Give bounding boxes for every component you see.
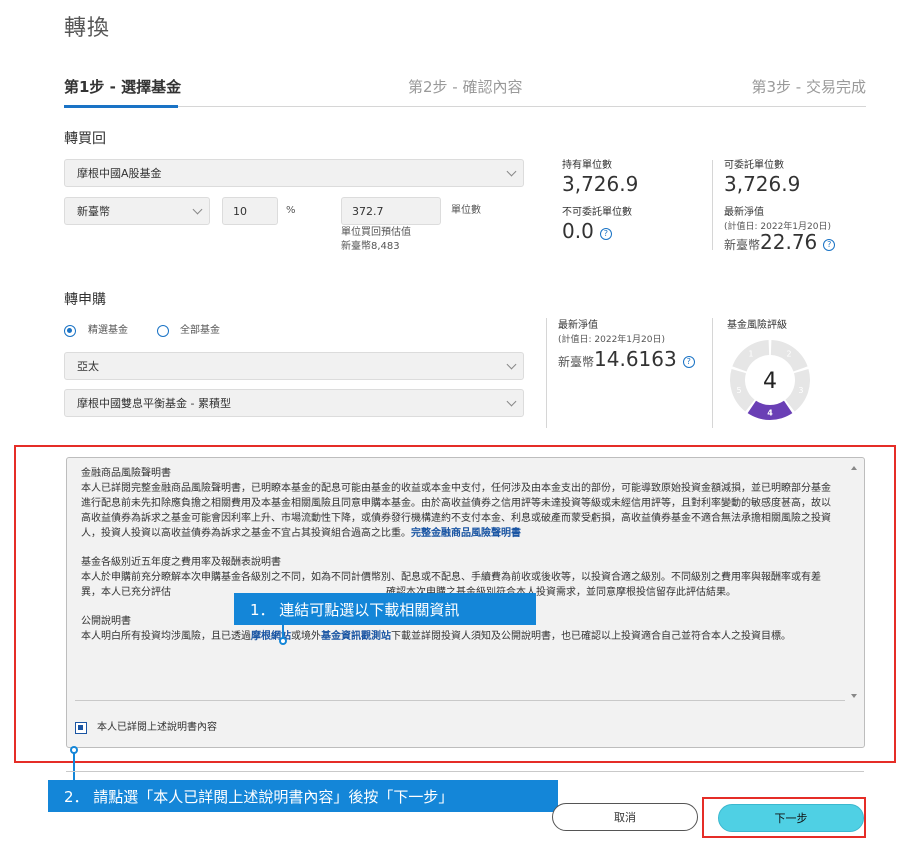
subscribe-nav-value: 14.6163: [594, 347, 677, 371]
risk-segment-label: 3: [798, 386, 803, 395]
held-units-value: 3,726.9: [562, 172, 639, 196]
redeem-fund-value: 摩根中國A股基金: [77, 167, 162, 180]
subscribe-nav-date: (計值日: 2022年1月20日): [558, 335, 665, 345]
risk-statement-link[interactable]: 完整金融商品風險聲明書: [411, 528, 521, 539]
sec1-title: 金融商品風險聲明書: [81, 468, 171, 479]
risk-gauge: 1 2 3 4 5 4: [730, 340, 810, 420]
radio-all-funds-label: 全部基金: [180, 325, 220, 336]
redeem-nav-currency: 新臺幣: [724, 238, 761, 252]
chevron-down-icon: [506, 166, 517, 177]
sec3-body-a: 本人明白所有投資均涉風險，且已透過: [81, 631, 251, 642]
risk-segment-label: 5: [737, 386, 742, 395]
redeem-section-label: 轉買回: [64, 131, 106, 147]
info-icon[interactable]: ?: [682, 355, 695, 368]
chevron-down-icon: [506, 359, 517, 370]
currency-select[interactable]: 新臺幣: [64, 197, 210, 225]
divider: [712, 318, 713, 428]
fund-info-site-link[interactable]: 基金資訊觀測站: [321, 631, 391, 642]
risk-segment-label: 2: [787, 350, 792, 359]
redeem-nav-row: 新臺幣22.76?: [724, 230, 836, 254]
radio-selected-funds-label: 精選基金: [88, 325, 128, 336]
step-2: 第2步 - 確認內容: [408, 78, 523, 96]
percent-input[interactable]: 10: [222, 197, 278, 225]
risk-segment-label: 1: [748, 350, 753, 359]
subscribe-nav-currency: 新臺幣: [558, 355, 595, 369]
nontrust-units-row: 0.0?: [562, 219, 612, 243]
percent-unit: %: [286, 205, 296, 216]
scrollbar[interactable]: [850, 466, 858, 698]
estimate-value: 新臺幣8,483: [341, 241, 400, 252]
risk-level-value: 4: [763, 369, 777, 394]
chevron-down-icon: [192, 204, 203, 215]
estimate-label: 單位買回預估值: [341, 227, 411, 238]
subscribe-section-label: 轉申購: [64, 292, 106, 308]
held-units-label: 持有單位數: [562, 160, 612, 171]
units-unit: 單位數: [451, 205, 481, 216]
redeem-nav-label: 最新淨值: [724, 207, 764, 218]
region-value: 亞太: [77, 360, 99, 373]
divider: [712, 160, 713, 250]
callout-1: 1． 連結可點選以下載相關資訊: [234, 593, 536, 625]
nontrust-units-value: 0.0: [562, 219, 594, 243]
subscribe-fund-value: 摩根中國雙息平衡基金 - 累積型: [77, 397, 231, 410]
divider: [75, 700, 845, 701]
info-icon[interactable]: ?: [599, 227, 612, 240]
redeem-nav-value: 22.76: [760, 230, 818, 254]
step-3: 第3步 - 交易完成: [751, 78, 867, 96]
risk-segment-label: 4: [767, 409, 773, 418]
radio-all-funds[interactable]: [157, 325, 169, 337]
trust-units-value: 3,726.9: [724, 172, 801, 196]
region-select[interactable]: 亞太: [64, 352, 524, 380]
callout-1-dot: [279, 637, 287, 645]
subscribe-nav-row: 新臺幣14.6163?: [558, 347, 695, 371]
percent-value: 10: [233, 204, 247, 218]
callout-2-connector: [73, 752, 75, 782]
divider: [546, 318, 547, 428]
cancel-button[interactable]: 取消: [552, 803, 698, 831]
scroll-up-arrow-icon[interactable]: [851, 466, 857, 470]
units-input[interactable]: 372.7: [341, 197, 441, 225]
radio-selected-funds[interactable]: [64, 325, 76, 337]
page-title: 轉換: [64, 16, 111, 41]
step-1: 第1步 - 選擇基金: [64, 78, 182, 96]
next-button[interactable]: 下一步: [718, 804, 864, 832]
sec2-title: 基金各級別近五年度之費用率及報酬表說明書: [81, 557, 281, 568]
risk-label: 基金風險評級: [727, 320, 787, 331]
units-value: 372.7: [352, 204, 384, 218]
info-icon[interactable]: ?: [823, 238, 836, 251]
sec3-body-b: 或境外: [291, 631, 321, 642]
active-step-indicator: [64, 105, 178, 108]
chevron-down-icon: [506, 396, 517, 407]
callout-2: 2． 請點選「本人已詳閱上述說明書內容」後按「下一步」: [48, 780, 558, 812]
agree-checkbox[interactable]: [75, 722, 87, 734]
scroll-down-arrow-icon[interactable]: [851, 694, 857, 698]
stepper: 第1步 - 選擇基金 第2步 - 確認內容 第3步 - 交易完成: [64, 76, 867, 108]
divider: [66, 771, 864, 772]
subscribe-fund-select[interactable]: 摩根中國雙息平衡基金 - 累積型: [64, 389, 524, 417]
sec3-body-c: 下載並詳閱投資人須知及公開說明書，也已確認以上投資適合自己並符合本人之投資目標。: [391, 631, 791, 642]
redeem-fund-select[interactable]: 摩根中國A股基金: [64, 159, 524, 187]
trust-units-label: 可委託單位數: [724, 160, 784, 171]
currency-value: 新臺幣: [77, 205, 110, 218]
nontrust-units-label: 不可委託單位數: [562, 207, 632, 218]
subscribe-nav-label: 最新淨值: [558, 320, 598, 331]
risk-segment-5: [730, 368, 755, 412]
agree-label[interactable]: 本人已詳閱上述說明書內容: [97, 721, 217, 735]
